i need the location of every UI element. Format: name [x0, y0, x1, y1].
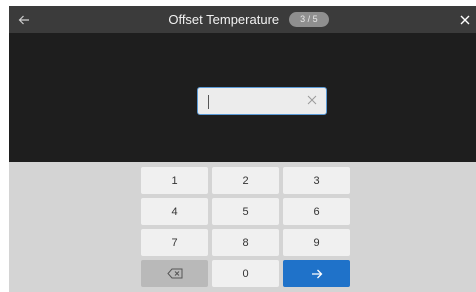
key-2[interactable]: 2: [212, 167, 279, 194]
close-button[interactable]: [454, 6, 476, 33]
step-badge: 3 / 5: [289, 12, 329, 27]
close-icon: [307, 95, 317, 105]
key-4[interactable]: 4: [141, 198, 208, 225]
keypad: 1 2 3 4 5 6 7 8 9 0: [9, 162, 476, 292]
backspace-key[interactable]: [141, 260, 208, 287]
value-input[interactable]: [197, 87, 327, 115]
page-title: Offset Temperature: [168, 12, 280, 27]
enter-key[interactable]: [283, 260, 350, 287]
header-bar: Offset Temperature 3 / 5: [9, 6, 476, 33]
numeric-entry-screen: Offset Temperature 3 / 5 1 2 3 4 5 6 7 8: [9, 6, 476, 292]
key-1[interactable]: 1: [141, 167, 208, 194]
key-5[interactable]: 5: [212, 198, 279, 225]
key-9[interactable]: 9: [283, 229, 350, 256]
key-3[interactable]: 3: [283, 167, 350, 194]
close-icon: [460, 15, 470, 24]
backspace-icon: [166, 268, 182, 279]
clear-button[interactable]: [304, 92, 320, 108]
text-caret: [208, 95, 209, 109]
arrow-left-icon: [18, 15, 29, 24]
key-6[interactable]: 6: [283, 198, 350, 225]
key-8[interactable]: 8: [212, 229, 279, 256]
arrow-right-icon: [311, 269, 322, 278]
back-button[interactable]: [13, 6, 35, 33]
entry-area: [9, 33, 476, 162]
key-0[interactable]: 0: [212, 260, 279, 287]
key-7[interactable]: 7: [141, 229, 208, 256]
